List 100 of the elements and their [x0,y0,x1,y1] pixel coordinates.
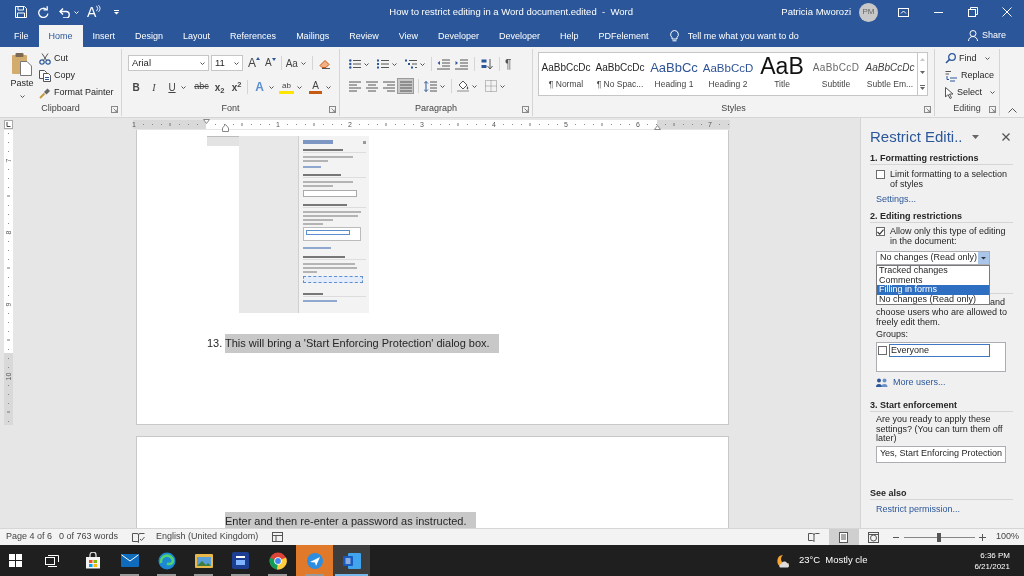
language-status[interactable]: English (United Kingdom) [156,530,259,544]
ribbon-tab[interactable]: Mailings [286,25,340,47]
strikethrough-button[interactable]: abc [193,80,210,94]
italic-button[interactable]: I [149,80,159,94]
ribbon-tab[interactable]: View [388,25,428,47]
slider-thumb[interactable] [937,532,942,542]
dropdown-caret-icon[interactable] [326,85,331,89]
sort-icon[interactable] [481,58,493,70]
show-marks-button[interactable]: ¶ [505,57,512,71]
ribbon-tab[interactable]: Help [550,25,589,47]
eraser-icon[interactable] [318,57,331,69]
grow-font-button[interactable]: A [248,56,260,70]
expand-gallery-icon[interactable] [920,84,925,90]
ribbon-tab[interactable]: Home [38,25,83,47]
ribbon-tab[interactable]: Design [125,25,174,47]
highlight-button[interactable]: ab [279,80,294,94]
group-item[interactable]: Everyone [889,344,990,357]
style-preview[interactable]: AaBbCcDc [595,60,645,76]
decrease-indent-icon[interactable] [437,58,450,70]
indent-marker-icon[interactable] [222,123,229,132]
dialog-launcher-icon[interactable] [522,105,529,113]
dropdown-option[interactable]: Comments [877,275,989,285]
collapse-ribbon-icon[interactable] [1007,108,1017,113]
style-name[interactable]: Subtle Em... [866,79,914,89]
dropdown-caret-icon[interactable] [297,85,302,89]
ribbon-tab[interactable]: References [220,25,287,47]
restrict-permission-link[interactable]: Restrict permission... [876,503,961,514]
font-name-field[interactable]: Arial [128,55,209,71]
dropdown-caret-icon[interactable] [500,84,505,88]
save-icon[interactable] [15,6,27,18]
dropdown-caret-icon[interactable] [420,62,425,66]
copy-button[interactable]: Copy [39,67,114,84]
dropdown-option[interactable]: Tracked changes [877,266,989,276]
restore-icon[interactable] [968,7,978,17]
ribbon-tab[interactable]: Developer [489,25,551,47]
dropdown-caret-icon[interactable] [200,61,205,65]
undo-icon[interactable] [58,6,70,18]
dialog-launcher-icon[interactable] [111,105,118,113]
style-name[interactable]: Heading 1 [654,79,694,89]
temperature[interactable]: 23°C [799,553,821,568]
zoom-level[interactable]: 100% [995,530,1019,544]
dropdown-caret-icon[interactable] [364,62,369,66]
minus-icon[interactable] [892,536,899,538]
paint-bucket-icon[interactable] [457,80,469,92]
dropdown-menu-icon[interactable] [114,9,120,15]
dropdown-option[interactable]: No changes (Read only) [877,294,989,304]
dropdown-caret-icon[interactable] [392,62,397,66]
line-spacing-icon[interactable] [424,80,437,92]
ribbon-tab[interactable]: PDFelement [588,25,659,47]
replace-button[interactable]: Replace [945,67,999,84]
lightbulb-icon[interactable] [669,30,679,42]
numbering-icon[interactable] [377,59,389,69]
tell-me-field[interactable]: Tell me what you want to do [687,29,813,43]
dropdown-caret-icon[interactable] [269,85,274,89]
dropdown-caret-icon[interactable] [984,57,990,60]
subscript-button[interactable]: x$_{2}$ [213,80,226,94]
select-button[interactable]: Select [945,84,999,101]
window-chevron-icon[interactable] [898,7,909,17]
underline-button[interactable]: U [167,80,177,94]
task-view-icon[interactable] [45,554,59,567]
ribbon-tab[interactable]: Review [339,25,389,47]
dropdown-caret-icon[interactable] [472,84,477,88]
more-users-link[interactable]: More users... [893,377,946,387]
style-preview[interactable]: AaBbCcDc [865,60,915,76]
dropdown-caret-icon[interactable] [19,95,25,98]
grid-icon[interactable] [272,532,284,542]
dropdown-caret-icon[interactable] [990,91,995,94]
weather-condition[interactable]: Mostly cle [825,553,868,568]
style-preview[interactable]: AaBbCcD [812,60,860,76]
ribbon-tab[interactable]: Developer [428,25,490,47]
style-name[interactable]: Heading 2 [708,79,748,89]
style-preview[interactable]: AaBbCc [650,60,698,76]
tab-selector-icon[interactable] [4,119,13,129]
cut-button[interactable]: Cut [39,50,114,67]
dialog-launcher-icon[interactable] [989,105,996,113]
clock-date[interactable]: 6/21/2021 [974,560,1010,572]
close-icon[interactable] [1002,133,1010,141]
superscript-button[interactable]: x$^{2}$ [230,80,243,94]
book-check-icon[interactable] [132,531,146,543]
style-preview[interactable]: AaB [760,56,804,76]
ribbon-tab[interactable]: Insert [82,25,126,47]
dialog-launcher-icon[interactable] [329,105,336,113]
dropdown-triangle-icon[interactable] [971,135,979,139]
font-color-button[interactable]: A [309,80,322,94]
read-aloud-button[interactable]: A [87,4,102,20]
minimize-icon[interactable] [934,11,943,13]
paste-button[interactable]: Paste [8,52,36,101]
font-size-field[interactable]: 11 [211,55,243,71]
dialog-launcher-icon[interactable] [924,105,931,113]
style-name[interactable]: Title [774,79,790,89]
find-button[interactable]: Find [945,50,999,67]
style-name[interactable]: ¶ No Spac... [596,79,644,89]
zoom-slider[interactable] [903,532,975,542]
dropdown-caret-icon[interactable] [300,61,306,65]
checkbox[interactable] [878,346,887,355]
format-painter-button[interactable]: Format Painter [39,84,114,101]
checkbox[interactable] [876,170,885,179]
user-name[interactable]: Patricia Mworozi [781,4,851,20]
page-count[interactable]: Page 4 of 6 [6,530,53,544]
dropdown-field[interactable]: No changes (Read only) [876,251,990,265]
